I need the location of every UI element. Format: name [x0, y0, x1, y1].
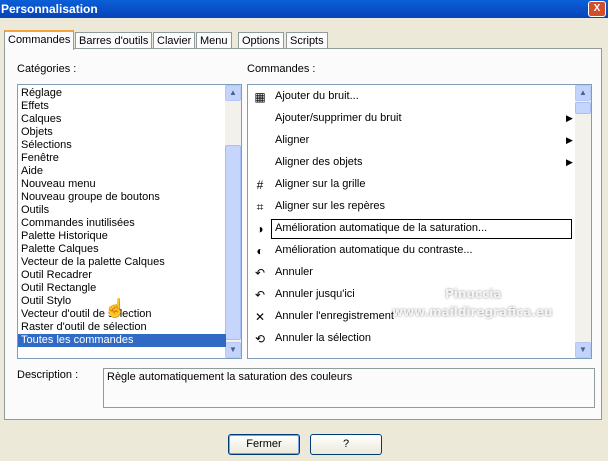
category-item[interactable]: Outils [18, 204, 226, 217]
command-item[interactable]: ◑ Amélioration automatique de la saturati… [248, 218, 576, 240]
command-label: Ajouter du bruit... [275, 90, 359, 102]
command-item[interactable]: Ajouter/supprimer du bruit ▶ [248, 108, 576, 130]
guides-icon: ⌗ [256, 200, 264, 214]
category-item[interactable]: Outil Recadrer [18, 269, 226, 282]
tab-menu[interactable]: Menu [196, 32, 232, 49]
tab-commandes[interactable]: Commandes [4, 30, 75, 50]
category-item[interactable]: Aide [18, 165, 226, 178]
submenu-arrow-icon: ▶ [566, 157, 573, 167]
category-item[interactable]: Palette Historique [18, 230, 226, 243]
category-item[interactable]: Raster d'outil de sélection [18, 321, 226, 334]
close-icon: X [593, 3, 601, 14]
undo-to-here-icon: ↶ [254, 288, 266, 302]
command-label: Aligner [275, 134, 310, 146]
categories-list[interactable]: ▲ ▼ Réglage Effets Calques Objets Sélections… [17, 84, 242, 359]
commands-scrollbar[interactable]: ▲ ▼ [575, 85, 591, 358]
category-item[interactable]: Réglage [18, 87, 226, 100]
grid-icon: # [256, 178, 264, 192]
tab-scripts[interactable]: Scripts [286, 32, 328, 49]
category-item[interactable]: Fenêtre [18, 152, 226, 165]
window-title-bar: Personnalisation X [0, 0, 608, 18]
category-item[interactable]: Nouveau menu [18, 178, 226, 191]
command-label: Annuler la sélection [275, 332, 372, 344]
command-item[interactable]: ⌗ Aligner sur les repères [248, 196, 576, 218]
command-item[interactable]: ↶ Annuler jusqu'ici [248, 284, 576, 306]
tab-barres-outils[interactable]: Barres d'outils [75, 32, 153, 49]
categories-label: Catégories : [17, 63, 77, 75]
window-title: Personnalisation [1, 2, 98, 16]
categories-scrollbar[interactable]: ▲ ▼ [225, 85, 241, 358]
scroll-thumb[interactable] [575, 102, 591, 114]
watermark-url: www.maildiregrafica.eu [392, 305, 553, 319]
commands-label: Commandes : [247, 63, 316, 75]
command-label: Ajouter/supprimer du bruit [275, 112, 402, 124]
command-label: Aligner des objets [275, 156, 363, 168]
scroll-up-icon[interactable]: ▲ [575, 85, 591, 101]
command-label: Amélioration automatique du contraste... [275, 244, 473, 256]
category-item[interactable]: Objets [18, 126, 226, 139]
commandes-panel: Catégories : Commandes : ▲ ▼ Réglage Effe… [4, 48, 602, 420]
close-button[interactable]: Fermer [228, 434, 300, 455]
scroll-thumb[interactable] [225, 145, 241, 340]
submenu-arrow-icon: ▶ [566, 135, 573, 145]
command-item[interactable]: # Aligner sur la grille [248, 174, 576, 196]
description-box: Règle automatiquement la saturation des … [103, 368, 595, 408]
command-label: Annuler jusqu'ici [275, 288, 355, 300]
scroll-down-icon[interactable]: ▼ [225, 342, 241, 358]
category-item[interactable]: Outil Rectangle [18, 282, 226, 295]
description-text: Règle automatiquement la saturation des … [107, 371, 353, 383]
category-item[interactable]: Effets [18, 100, 226, 113]
scroll-up-icon[interactable]: ▲ [225, 85, 241, 101]
command-item[interactable]: Aligner ▶ [248, 130, 576, 152]
tab-options[interactable]: Options [238, 32, 284, 49]
command-item[interactable]: Aligner des objets ▶ [248, 152, 576, 174]
command-item[interactable]: ↶ Annuler [248, 262, 576, 284]
description-label: Description : [17, 369, 79, 381]
category-item[interactable]: Toutes les commandes [18, 334, 226, 347]
category-item[interactable]: Sélections [18, 139, 226, 152]
submenu-arrow-icon: ▶ [566, 113, 573, 123]
scroll-down-icon[interactable]: ▼ [575, 342, 591, 358]
cancel-recording-icon: ✕ [254, 310, 266, 324]
command-label: Annuler [275, 266, 313, 278]
help-button[interactable]: ? [310, 434, 382, 455]
command-item[interactable]: ▦ Ajouter du bruit... [248, 86, 576, 108]
tab-clavier[interactable]: Clavier [153, 32, 196, 49]
contrast-icon: ◐ [256, 244, 264, 258]
close-window-button[interactable]: X [588, 1, 606, 17]
category-item[interactable]: Calques [18, 113, 226, 126]
command-item[interactable]: ⟲ Annuler la sélection [248, 328, 576, 350]
category-item[interactable]: Commandes inutilisées [18, 217, 226, 230]
command-label: Annuler l'enregistrement [275, 310, 394, 322]
noise-icon: ▦ [254, 90, 266, 104]
command-item[interactable]: ◐ Amélioration automatique du contraste..… [248, 240, 576, 262]
command-label: Aligner sur les repères [275, 200, 386, 212]
command-label: Aligner sur la grille [275, 178, 366, 190]
watermark-name: Pinuccia [445, 287, 502, 301]
hand-cursor-icon: ☝ [104, 298, 127, 318]
undo-icon: ↶ [254, 266, 266, 280]
category-item[interactable]: Palette Calques [18, 243, 226, 256]
saturation-icon: ◑ [256, 222, 264, 236]
category-item[interactable]: Vecteur de la palette Calques [18, 256, 226, 269]
deselect-icon: ⟲ [254, 332, 266, 346]
category-item[interactable]: Nouveau groupe de boutons [18, 191, 226, 204]
command-label: Amélioration automatique de la saturatio… [275, 222, 488, 234]
